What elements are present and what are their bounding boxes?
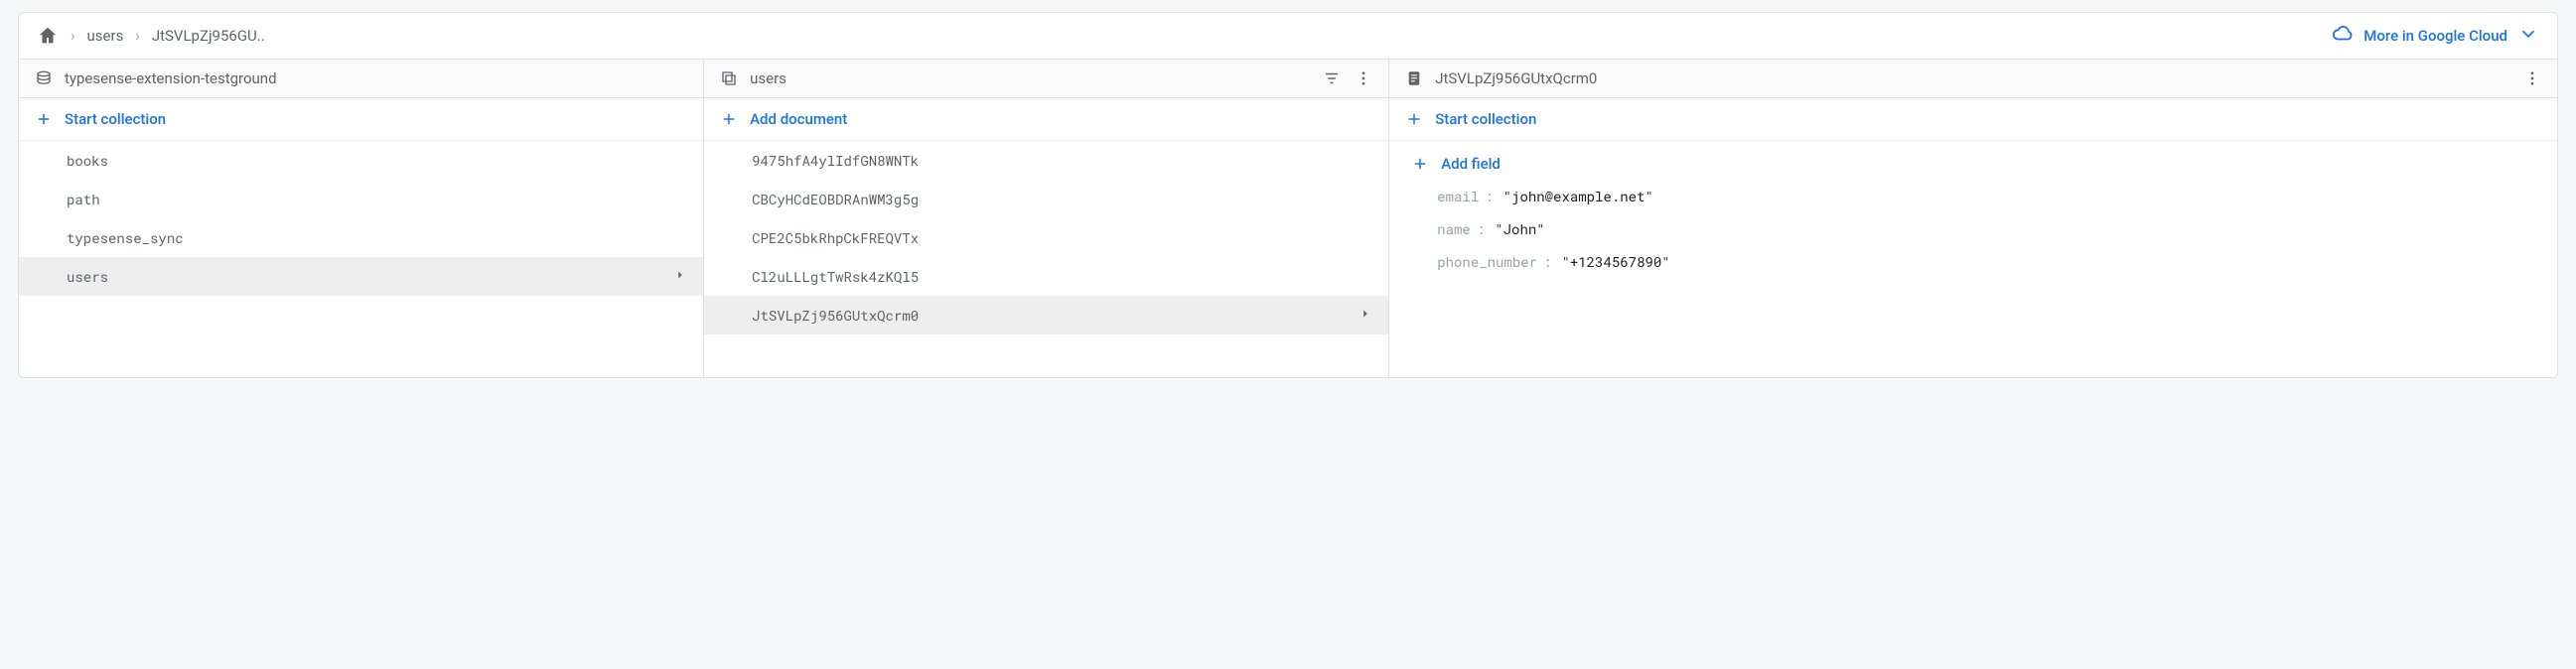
list-item-label: path: [67, 190, 100, 208]
start-collection-button[interactable]: Start collection: [19, 98, 703, 141]
more-google-cloud-label: More in Google Cloud: [2363, 27, 2507, 45]
document-list-item[interactable]: JtSVLpZj956GUtxQcrm0: [704, 296, 1388, 334]
collection-icon: [720, 69, 738, 87]
chevron-right-icon: [673, 267, 687, 286]
document-panel-header: JtSVLpZj956GUtxQcrm0: [1389, 60, 2557, 98]
database-icon: [35, 69, 53, 87]
add-document-label: Add document: [750, 110, 847, 128]
plus-icon: [720, 110, 738, 128]
home-icon[interactable]: [37, 25, 59, 47]
start-collection-button[interactable]: Start collection: [1389, 98, 2557, 141]
start-collection-label: Start collection: [1435, 110, 1536, 128]
document-icon: [1405, 69, 1423, 87]
plus-icon: [1411, 155, 1429, 173]
collection-list-item[interactable]: path: [19, 180, 703, 218]
field-key: email: [1437, 187, 1479, 205]
more-vert-icon[interactable]: [2523, 69, 2541, 87]
list-item-label: CPE2C5bkRhpCkFREQVTx: [752, 228, 919, 247]
add-document-button[interactable]: Add document: [704, 98, 1388, 141]
list-item-label: JtSVLpZj956GUtxQcrm0: [752, 306, 919, 325]
document-list-item[interactable]: 9475hfA4ylIdfGN8WNTk: [704, 141, 1388, 180]
more-google-cloud-link[interactable]: More in Google Cloud: [2332, 23, 2539, 49]
chevron-right-icon: ›: [71, 27, 75, 45]
plus-icon: [1405, 110, 1423, 128]
list-item-label: typesense_sync: [67, 228, 184, 247]
field-value: "john@example.net": [1503, 187, 1653, 205]
field-row[interactable]: phone_number:"+1234567890": [1437, 252, 2541, 271]
breadcrumb-item-users[interactable]: users: [87, 27, 124, 45]
field-row[interactable]: email:"john@example.net": [1437, 187, 2541, 205]
field-row[interactable]: name:"John": [1437, 219, 2541, 238]
collection-list-item[interactable]: books: [19, 141, 703, 180]
add-field-button[interactable]: Add field: [1389, 141, 2557, 179]
plus-icon: [35, 110, 53, 128]
breadcrumb: › users › JtSVLpZj956GU..: [37, 25, 265, 47]
start-collection-label: Start collection: [65, 110, 166, 128]
chevron-down-icon: [2517, 23, 2539, 49]
project-panel-header: typesense-extension-testground: [19, 60, 703, 98]
more-vert-icon[interactable]: [1355, 69, 1372, 87]
list-item-label: users: [67, 267, 108, 286]
document-title: JtSVLpZj956GUtxQcrm0: [1435, 69, 1597, 87]
field-key: name: [1437, 219, 1471, 238]
document-list-item[interactable]: CBCyHCdEOBDRAnWM3g5g: [704, 180, 1388, 218]
filter-icon[interactable]: [1323, 69, 1341, 87]
list-item-label: books: [67, 151, 108, 170]
collection-panel: users Add document 9475hfA4ylIdfGN8WNTk: [704, 60, 1389, 377]
add-field-label: Add field: [1441, 155, 1501, 173]
project-panel: typesense-extension-testground Start col…: [19, 60, 704, 377]
field-key: phone_number: [1437, 252, 1537, 271]
project-title: typesense-extension-testground: [65, 69, 277, 87]
chevron-right-icon: ›: [135, 27, 140, 45]
chevron-right-icon: [1359, 306, 1372, 325]
field-value: "John": [1495, 219, 1544, 238]
document-panel: JtSVLpZj956GUtxQcrm0 Start collection: [1389, 60, 2557, 377]
breadcrumb-item-doc[interactable]: JtSVLpZj956GU..: [152, 27, 265, 45]
list-item-label: 9475hfA4ylIdfGN8WNTk: [752, 151, 919, 170]
collection-list-item[interactable]: typesense_sync: [19, 218, 703, 257]
field-value: "+1234567890": [1561, 252, 1669, 271]
collection-title: users: [750, 69, 787, 87]
collection-panel-header: users: [704, 60, 1388, 98]
document-list-item[interactable]: Cl2uLLLgtTwRsk4zKQl5: [704, 257, 1388, 296]
cloud-icon: [2332, 23, 2354, 49]
document-list-item[interactable]: CPE2C5bkRhpCkFREQVTx: [704, 218, 1388, 257]
collection-list-item[interactable]: users: [19, 257, 703, 296]
list-item-label: Cl2uLLLgtTwRsk4zKQl5: [752, 267, 919, 286]
list-item-label: CBCyHCdEOBDRAnWM3g5g: [752, 190, 919, 208]
